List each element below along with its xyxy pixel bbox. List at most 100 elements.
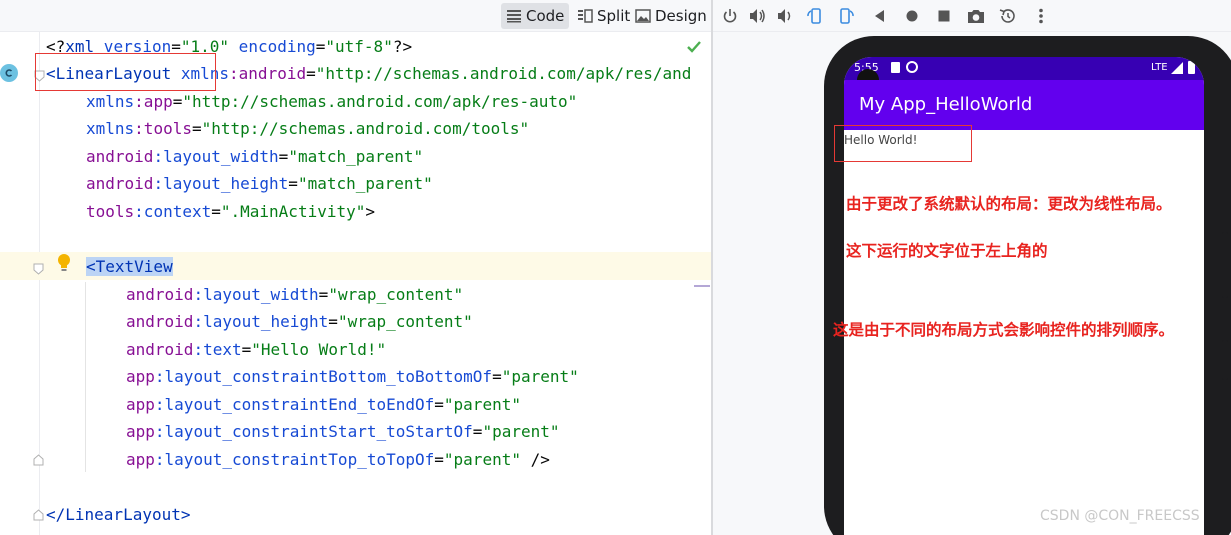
code-token: tools [86,202,135,221]
app-title: My App_HelloWorld [859,94,1033,115]
design-mode-button[interactable]: Design [630,3,712,29]
code-token: app [126,450,155,469]
code-token: <TextView [86,257,173,276]
lightbulb-icon[interactable] [57,253,71,277]
fold-end-icon[interactable] [33,451,44,470]
code-token: android [126,312,194,331]
annotation-note: 这是由于不同的布局方式会影响控件的排列顺序。 [833,321,1175,339]
camera-icon[interactable] [966,6,986,26]
class-c-icon[interactable] [0,64,18,82]
code-token: android [126,285,194,304]
code-token: android [126,340,194,359]
indent-guide [85,282,86,472]
code-token: = [211,202,221,221]
code-token: :layout_height [153,174,289,193]
home-icon[interactable] [902,6,922,26]
annotation-note: 由于更改了系统默认的布局：更改为线性布局。 [846,195,1172,213]
code-token: "parent" [443,450,521,469]
code-line[interactable]: xmlns:app="http://schemas.android.com/ap… [86,88,577,115]
code-line[interactable]: android:layout_width="match_parent" [86,143,423,170]
more-options-icon[interactable] [1031,6,1051,26]
code-line[interactable]: android:layout_height="wrap_content" [126,308,473,335]
split-icon [577,9,593,23]
code-token: :context [134,202,212,221]
snapshot-restore-icon[interactable] [998,6,1018,26]
code-token: xmlns [86,92,135,111]
battery-icon [1188,61,1195,74]
split-mode-button[interactable]: Split [572,3,635,29]
app-bar: My App_HelloWorld [844,80,1204,130]
code-token: = [318,285,329,304]
volume-down-icon[interactable] [775,6,795,26]
code-token: android [86,147,154,166]
code-token: :tools [134,119,192,138]
code-line[interactable]: xmlns:tools="http://schemas.android.com/… [86,115,529,142]
code-token: "wrap_content" [328,285,464,304]
lines-icon [506,9,522,23]
code-line[interactable]: app:layout_constraintTop_toTopOf="parent… [126,446,550,473]
check-icon [686,39,702,58]
rotate-left-icon[interactable] [805,6,825,26]
code-line[interactable]: android:text="Hello World!" [126,336,386,363]
code-token: = [172,92,183,111]
code-token: = [328,312,338,331]
emulator-pane: 5:55 LTE My App_HelloWorld [713,0,1231,535]
code-line[interactable]: android:layout_width="wrap_content" [126,281,463,308]
code-token: ".MainActivity" [220,202,366,221]
code-token: "http://schemas.android.com/apk/res/and [315,64,692,83]
code-token: = [492,367,502,386]
code-line[interactable]: app:layout_constraintEnd_toEndOf="parent… [126,391,521,418]
overview-icon[interactable] [934,6,954,26]
design-mode-label: Design [655,7,707,25]
back-icon[interactable] [869,6,889,26]
fold-end-icon[interactable] [33,506,44,525]
code-token: :layout_width [193,285,319,304]
code-mode-label: Code [526,7,565,25]
image-icon [635,9,651,23]
code-line[interactable]: app:layout_constraintStart_toStartOf="pa… [126,418,560,445]
annotation-note: 这下运行的文字位于左上角的 [846,242,1048,260]
power-icon[interactable] [720,6,740,26]
rotate-right-icon[interactable] [836,6,856,26]
code-token: "http://schemas.android.com/tools" [201,119,530,138]
code-token: "parent" [443,395,521,414]
code-token: :text [193,340,242,359]
code-token: ?> [392,37,413,56]
code-token: "match_parent" [297,174,433,193]
code-token: = [315,37,326,56]
code-token: "wrap_content" [337,312,473,331]
code-line[interactable]: </LinearLayout> [46,501,191,528]
scroll-marker [694,285,710,287]
code-editor-pane: Code Split Design <?xml version="1.0" en… [0,0,712,535]
sync-icon [906,61,918,73]
code-line[interactable]: android:layout_height="match_parent" [86,170,433,197]
code-token: = [306,64,316,83]
code-line[interactable]: <TextView [86,253,173,280]
code-token: app [126,395,155,414]
sd-card-icon [891,62,900,73]
code-line[interactable]: tools:context=".MainActivity"> [86,198,375,225]
code-token: :app [134,92,173,111]
split-mode-label: Split [597,7,631,25]
code-token: :layout_constraintBottom_toBottomOf [154,367,493,386]
code-token: </LinearLayout> [46,505,191,524]
signal-icon [1171,62,1183,77]
code-token: "http://schemas.android.com/apk/res-auto… [182,92,578,111]
code-token: = [472,422,483,441]
volume-up-icon[interactable] [748,6,768,26]
code-line[interactable]: app:layout_constraintBottom_toBottomOf="… [126,363,579,390]
code-token: "parent" [482,422,560,441]
fold-icon[interactable] [33,260,44,279]
code-token: :layout_height [193,312,329,331]
code-mode-button[interactable]: Code [501,3,570,29]
watermark: CSDN @CON_FREECSS [1040,508,1200,524]
highlight-annotation-box [35,53,216,91]
code-token: :layout_constraintTop_toTopOf [154,450,435,469]
code-token: = [241,340,252,359]
code-token: "parent" [501,367,579,386]
network-type: LTE [1151,62,1168,73]
code-token: /> [520,450,550,469]
code-token: "utf-8" [325,37,393,56]
code-token: :layout_width [153,147,279,166]
code-token: = [191,119,202,138]
